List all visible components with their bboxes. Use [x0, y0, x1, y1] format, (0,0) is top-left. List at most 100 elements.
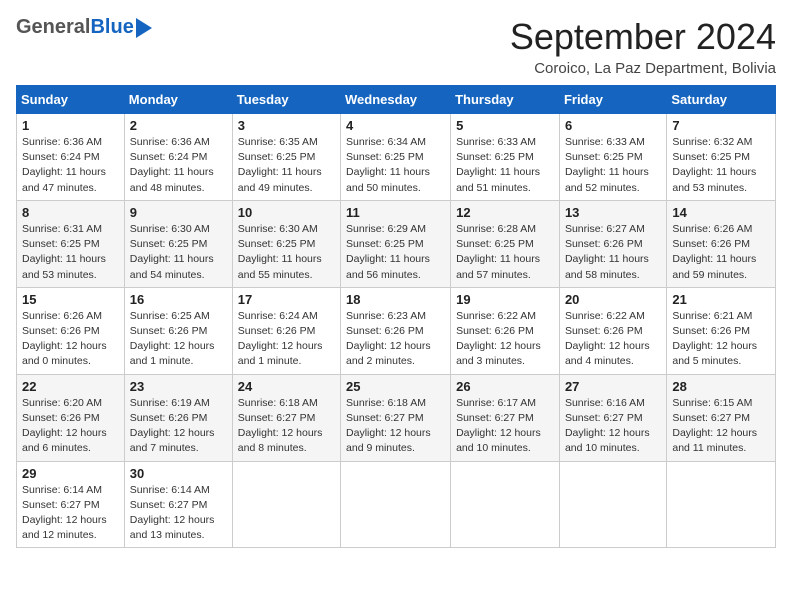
day-info: Sunrise: 6:21 AMSunset: 6:26 PMDaylight:… [672, 309, 770, 370]
calendar-cell: 17 Sunrise: 6:24 AMSunset: 6:26 PMDayligh… [232, 287, 340, 374]
calendar-cell: 4 Sunrise: 6:34 AMSunset: 6:25 PMDaylight… [341, 114, 451, 201]
weekday-header-monday: Monday [124, 86, 232, 114]
day-info: Sunrise: 6:18 AMSunset: 6:27 PMDaylight:… [238, 396, 335, 457]
day-info: Sunrise: 6:27 AMSunset: 6:26 PMDaylight:… [565, 222, 661, 283]
day-info: Sunrise: 6:25 AMSunset: 6:26 PMDaylight:… [130, 309, 227, 370]
day-number: 12 [456, 205, 554, 220]
calendar-cell: 30 Sunrise: 6:14 AMSunset: 6:27 PMDayligh… [124, 461, 232, 548]
day-info: Sunrise: 6:18 AMSunset: 6:27 PMDaylight:… [346, 396, 445, 457]
day-number: 7 [672, 118, 770, 133]
day-number: 4 [346, 118, 445, 133]
day-number: 29 [22, 466, 119, 481]
logo-blue: Blue [90, 16, 133, 39]
day-number: 13 [565, 205, 661, 220]
day-info: Sunrise: 6:33 AMSunset: 6:25 PMDaylight:… [456, 135, 554, 196]
calendar-cell [341, 461, 451, 548]
day-info: Sunrise: 6:28 AMSunset: 6:25 PMDaylight:… [456, 222, 554, 283]
logo-general: General [16, 16, 90, 39]
day-info: Sunrise: 6:36 AMSunset: 6:24 PMDaylight:… [22, 135, 119, 196]
day-info: Sunrise: 6:30 AMSunset: 6:25 PMDaylight:… [130, 222, 227, 283]
calendar-week-5: 29 Sunrise: 6:14 AMSunset: 6:27 PMDayligh… [17, 461, 776, 548]
day-info: Sunrise: 6:22 AMSunset: 6:26 PMDaylight:… [565, 309, 661, 370]
day-number: 6 [565, 118, 661, 133]
calendar-cell: 20 Sunrise: 6:22 AMSunset: 6:26 PMDayligh… [559, 287, 666, 374]
calendar-cell: 14 Sunrise: 6:26 AMSunset: 6:26 PMDayligh… [667, 200, 776, 287]
day-info: Sunrise: 6:19 AMSunset: 6:26 PMDaylight:… [130, 396, 227, 457]
day-number: 30 [130, 466, 227, 481]
calendar-cell: 10Sunrise: 6:30 AMSunset: 6:25 PMDayligh… [232, 200, 340, 287]
calendar-week-3: 15Sunrise: 6:26 AMSunset: 6:26 PMDayligh… [17, 287, 776, 374]
calendar-cell: 12 Sunrise: 6:28 AMSunset: 6:25 PMDayligh… [451, 200, 560, 287]
day-info: Sunrise: 6:35 AMSunset: 6:25 PMDaylight:… [238, 135, 335, 196]
calendar-cell: 3Sunrise: 6:35 AMSunset: 6:25 PMDaylight… [232, 114, 340, 201]
calendar-body: 1Sunrise: 6:36 AMSunset: 6:24 PMDaylight… [17, 114, 776, 548]
calendar-cell [232, 461, 340, 548]
weekday-header-wednesday: Wednesday [341, 86, 451, 114]
logo-chevron-icon [136, 18, 152, 38]
calendar-cell: 28Sunrise: 6:15 AMSunset: 6:27 PMDayligh… [667, 374, 776, 461]
day-number: 2 [130, 118, 227, 133]
day-number: 16 [130, 292, 227, 307]
calendar-header: SundayMondayTuesdayWednesdayThursdayFrid… [17, 86, 776, 114]
calendar-cell: 13 Sunrise: 6:27 AMSunset: 6:26 PMDayligh… [559, 200, 666, 287]
calendar-cell: 26 Sunrise: 6:17 AMSunset: 6:27 PMDayligh… [451, 374, 560, 461]
day-number: 17 [238, 292, 335, 307]
day-info: Sunrise: 6:26 AMSunset: 6:26 PMDaylight:… [672, 222, 770, 283]
day-info: Sunrise: 6:17 AMSunset: 6:27 PMDaylight:… [456, 396, 554, 457]
day-number: 23 [130, 379, 227, 394]
weekday-row: SundayMondayTuesdayWednesdayThursdayFrid… [17, 86, 776, 114]
location-title: Coroico, La Paz Department, Bolivia [510, 60, 776, 77]
calendar-cell: 15Sunrise: 6:26 AMSunset: 6:26 PMDayligh… [17, 287, 125, 374]
calendar-cell: 1Sunrise: 6:36 AMSunset: 6:24 PMDaylight… [17, 114, 125, 201]
day-number: 18 [346, 292, 445, 307]
day-info: Sunrise: 6:16 AMSunset: 6:27 PMDaylight:… [565, 396, 661, 457]
calendar-week-4: 22 Sunrise: 6:20 AMSunset: 6:26 PMDayligh… [17, 374, 776, 461]
calendar-cell: 21Sunrise: 6:21 AMSunset: 6:26 PMDayligh… [667, 287, 776, 374]
calendar-cell: 11 Sunrise: 6:29 AMSunset: 6:25 PMDayligh… [341, 200, 451, 287]
calendar-cell [667, 461, 776, 548]
day-number: 8 [22, 205, 119, 220]
day-info: Sunrise: 6:34 AMSunset: 6:25 PMDaylight:… [346, 135, 445, 196]
calendar-week-2: 8 Sunrise: 6:31 AMSunset: 6:25 PMDaylight… [17, 200, 776, 287]
day-info: Sunrise: 6:36 AMSunset: 6:24 PMDaylight:… [130, 135, 227, 196]
day-info: Sunrise: 6:14 AMSunset: 6:27 PMDaylight:… [130, 483, 227, 544]
day-info: Sunrise: 6:26 AMSunset: 6:26 PMDaylight:… [22, 309, 119, 370]
day-info: Sunrise: 6:29 AMSunset: 6:25 PMDaylight:… [346, 222, 445, 283]
weekday-header-tuesday: Tuesday [232, 86, 340, 114]
day-info: Sunrise: 6:31 AMSunset: 6:25 PMDaylight:… [22, 222, 119, 283]
calendar-week-1: 1Sunrise: 6:36 AMSunset: 6:24 PMDaylight… [17, 114, 776, 201]
day-number: 27 [565, 379, 661, 394]
calendar-cell: 24Sunrise: 6:18 AMSunset: 6:27 PMDayligh… [232, 374, 340, 461]
day-number: 14 [672, 205, 770, 220]
weekday-header-saturday: Saturday [667, 86, 776, 114]
title-area: September 2024 Coroico, La Paz Departmen… [510, 16, 776, 77]
calendar-cell: 23 Sunrise: 6:19 AMSunset: 6:26 PMDayligh… [124, 374, 232, 461]
day-info: Sunrise: 6:20 AMSunset: 6:26 PMDaylight:… [22, 396, 119, 457]
calendar-cell [451, 461, 560, 548]
day-info: Sunrise: 6:30 AMSunset: 6:25 PMDaylight:… [238, 222, 335, 283]
day-info: Sunrise: 6:24 AMSunset: 6:26 PMDaylight:… [238, 309, 335, 370]
calendar-cell: 25Sunrise: 6:18 AMSunset: 6:27 PMDayligh… [341, 374, 451, 461]
calendar-cell: 6Sunrise: 6:33 AMSunset: 6:25 PMDaylight… [559, 114, 666, 201]
calendar-cell: 8 Sunrise: 6:31 AMSunset: 6:25 PMDaylight… [17, 200, 125, 287]
day-number: 11 [346, 205, 445, 220]
day-number: 20 [565, 292, 661, 307]
calendar-cell: 16 Sunrise: 6:25 AMSunset: 6:26 PMDayligh… [124, 287, 232, 374]
day-info: Sunrise: 6:23 AMSunset: 6:26 PMDaylight:… [346, 309, 445, 370]
calendar-cell: 27 Sunrise: 6:16 AMSunset: 6:27 PMDayligh… [559, 374, 666, 461]
calendar-cell: 5Sunrise: 6:33 AMSunset: 6:25 PMDaylight… [451, 114, 560, 201]
calendar-cell: 18 Sunrise: 6:23 AMSunset: 6:26 PMDayligh… [341, 287, 451, 374]
calendar-cell: 22 Sunrise: 6:20 AMSunset: 6:26 PMDayligh… [17, 374, 125, 461]
logo: General Blue [16, 16, 152, 39]
day-number: 9 [130, 205, 227, 220]
day-number: 22 [22, 379, 119, 394]
calendar-table: SundayMondayTuesdayWednesdayThursdayFrid… [16, 85, 776, 548]
calendar-cell: 19 Sunrise: 6:22 AMSunset: 6:26 PMDayligh… [451, 287, 560, 374]
calendar-cell: 9 Sunrise: 6:30 AMSunset: 6:25 PMDaylight… [124, 200, 232, 287]
day-info: Sunrise: 6:14 AMSunset: 6:27 PMDaylight:… [22, 483, 119, 544]
day-number: 26 [456, 379, 554, 394]
day-number: 19 [456, 292, 554, 307]
calendar-cell [559, 461, 666, 548]
day-info: Sunrise: 6:22 AMSunset: 6:26 PMDaylight:… [456, 309, 554, 370]
page-header: General Blue September 2024 Coroico, La … [16, 16, 776, 77]
